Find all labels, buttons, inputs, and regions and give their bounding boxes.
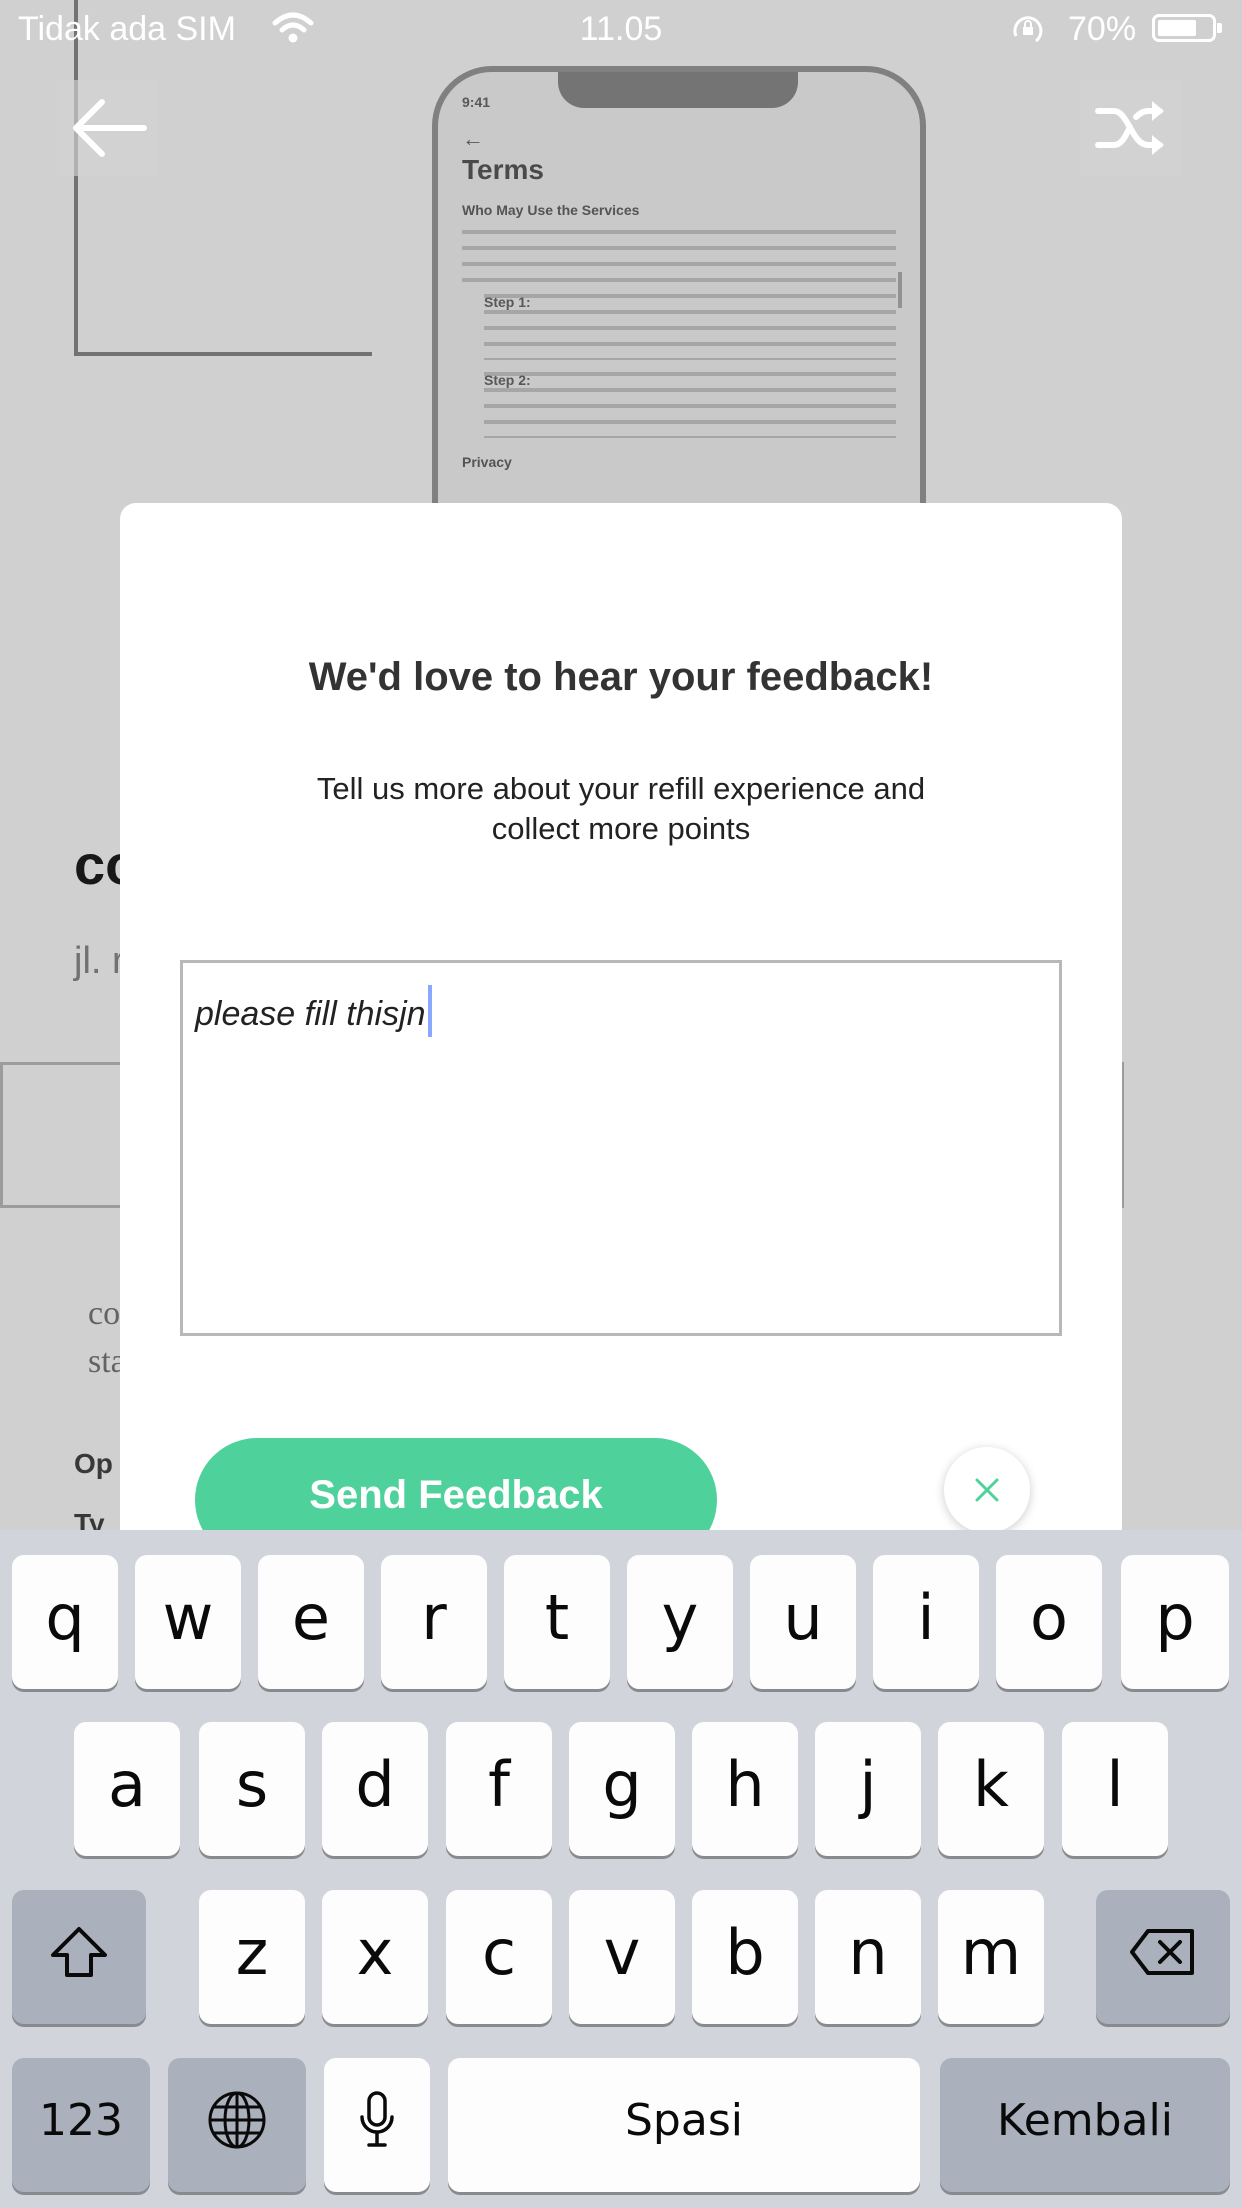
- key-k[interactable]: k: [938, 1722, 1044, 1856]
- key-n[interactable]: n: [815, 1890, 921, 2024]
- key-l[interactable]: l: [1062, 1722, 1168, 1856]
- feedback-text-value: please fill thisjn: [195, 995, 426, 1033]
- globe-icon: [208, 2091, 266, 2149]
- microphone-icon: [360, 2091, 394, 2147]
- close-icon: [975, 1478, 999, 1502]
- key-c[interactable]: c: [446, 1890, 552, 2024]
- key-b[interactable]: b: [692, 1890, 798, 2024]
- status-time: 11.05: [579, 10, 663, 48]
- battery-percent: 70%: [1068, 10, 1137, 48]
- back-arrow-icon: [73, 99, 147, 157]
- key-e[interactable]: e: [258, 1555, 364, 1689]
- key-r[interactable]: r: [381, 1555, 487, 1689]
- feedback-textarea[interactable]: please fill thisjn: [180, 960, 1062, 1336]
- key-a[interactable]: a: [74, 1722, 180, 1856]
- key-p[interactable]: p: [1121, 1555, 1229, 1689]
- backspace-key[interactable]: [1096, 1890, 1230, 2024]
- modal-subtitle: Tell us more about your refill experienc…: [316, 771, 926, 846]
- shift-icon: [51, 1927, 107, 1977]
- numbers-key[interactable]: 123: [12, 2058, 150, 2192]
- key-j[interactable]: j: [815, 1722, 921, 1856]
- shift-key[interactable]: [12, 1890, 146, 2024]
- onscreen-keyboard: q w e r t y u i o p a s d f g h j k l z …: [0, 1530, 1242, 2208]
- backspace-icon: [1130, 1929, 1194, 1975]
- key-d[interactable]: d: [322, 1722, 428, 1856]
- key-m[interactable]: m: [938, 1890, 1044, 2024]
- feedback-modal: We'd love to hear your feedback! Tell us…: [120, 503, 1122, 1603]
- key-y[interactable]: y: [627, 1555, 733, 1689]
- key-h[interactable]: h: [692, 1722, 798, 1856]
- shuffle-button[interactable]: [1080, 80, 1182, 176]
- space-key[interactable]: Spasi: [448, 2058, 920, 2192]
- microphone-key[interactable]: [324, 2058, 430, 2192]
- key-s[interactable]: s: [199, 1722, 305, 1856]
- key-x[interactable]: x: [322, 1890, 428, 2024]
- close-button[interactable]: [944, 1447, 1030, 1533]
- shuffle-icon: [1095, 101, 1164, 155]
- key-i[interactable]: i: [873, 1555, 979, 1689]
- status-bar: Tidak ada SIM 11.05 70%: [0, 0, 1242, 62]
- text-cursor: [427, 985, 432, 1037]
- key-o[interactable]: o: [996, 1555, 1102, 1689]
- globe-key[interactable]: [168, 2058, 306, 2192]
- key-w[interactable]: w: [135, 1555, 241, 1689]
- key-u[interactable]: u: [750, 1555, 856, 1689]
- key-v[interactable]: v: [569, 1890, 675, 2024]
- orientation-lock-icon: [1010, 12, 1046, 57]
- modal-title: We'd love to hear your feedback!: [308, 655, 934, 699]
- key-z[interactable]: z: [199, 1890, 305, 2024]
- battery-icon: [1152, 14, 1222, 42]
- key-g[interactable]: g: [569, 1722, 675, 1856]
- key-f[interactable]: f: [446, 1722, 552, 1856]
- key-t[interactable]: t: [504, 1555, 610, 1689]
- key-q[interactable]: q: [12, 1555, 118, 1689]
- return-key[interactable]: Kembali: [940, 2058, 1230, 2192]
- back-button[interactable]: [60, 80, 158, 176]
